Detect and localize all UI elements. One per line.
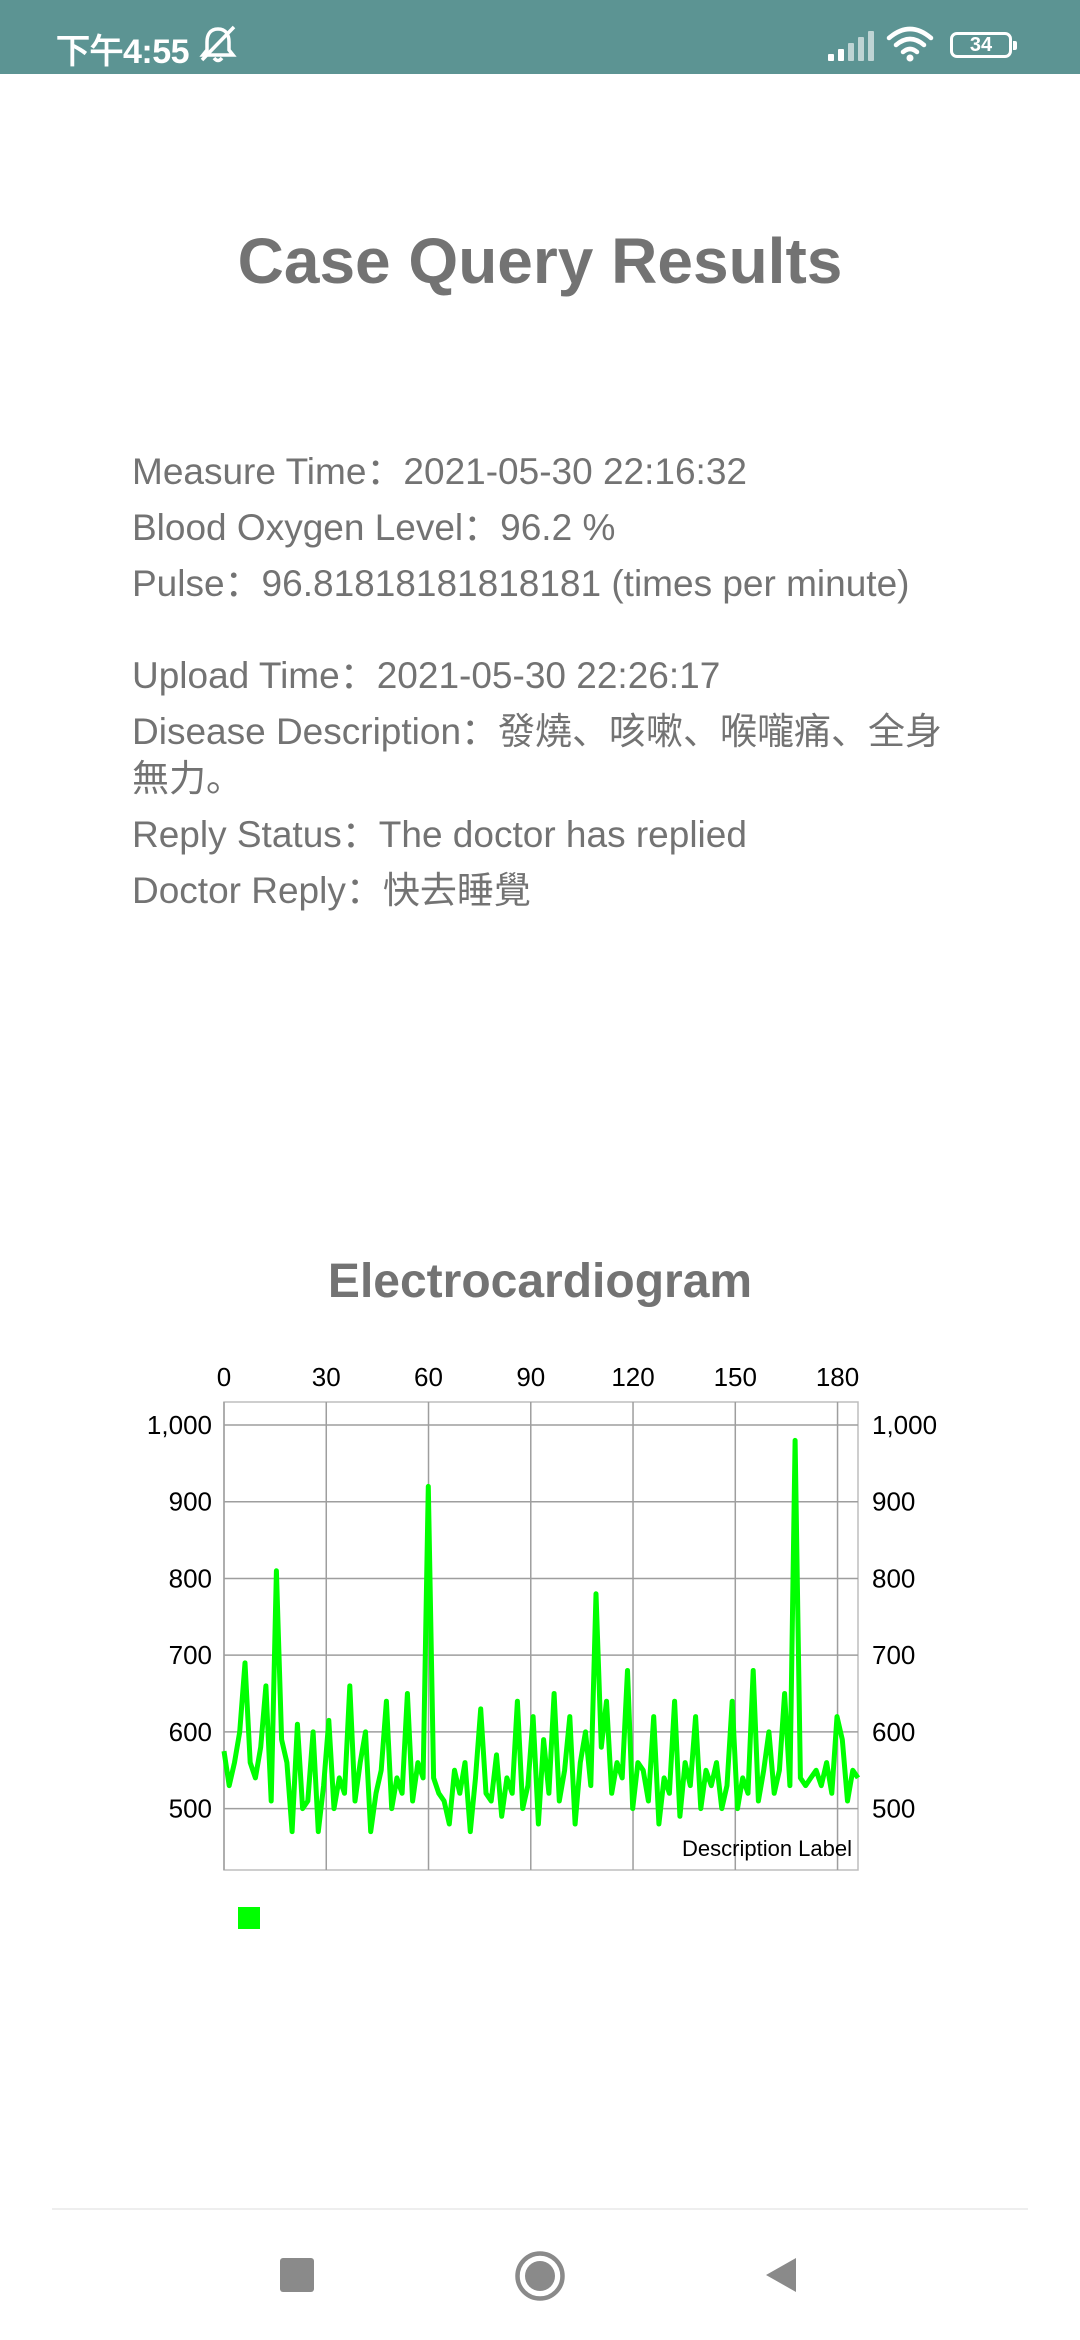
wifi-icon	[886, 26, 934, 67]
back-icon	[766, 2258, 796, 2292]
disease-description: Disease Description：發燒、咳嗽、喉嚨痛、全身無力。	[132, 711, 943, 799]
y-tick-label-left: 600	[169, 1717, 212, 1747]
x-tick-label: 30	[312, 1362, 341, 1392]
x-tick-label: 0	[217, 1362, 231, 1392]
y-tick-label-right: 900	[872, 1487, 915, 1517]
reply-status: Reply Status：The doctor has replied	[132, 814, 747, 855]
signal-strength-icon	[826, 30, 874, 67]
description-label: Description Label	[682, 1836, 852, 1861]
y-tick-label-right: 800	[872, 1563, 915, 1593]
doctor-reply: Doctor Reply：快去睡覺	[132, 870, 531, 911]
battery-level: 34	[969, 34, 993, 56]
back-button[interactable]	[762, 2256, 800, 2299]
upload-time: Upload Time：2021-05-30 22:26:17	[132, 655, 721, 696]
y-tick-label-left: 800	[169, 1563, 212, 1593]
page-title: Case Query Results	[237, 225, 843, 297]
x-tick-label: 90	[516, 1362, 545, 1392]
pulse: Pulse：96.81818181818181 (times per minut…	[132, 563, 910, 604]
home-icon	[515, 2251, 565, 2301]
nav-divider	[52, 2208, 1028, 2210]
battery-icon: 34	[950, 32, 1017, 58]
y-tick-label-left: 900	[169, 1487, 212, 1517]
notifications-muted-icon	[196, 24, 240, 69]
measure-time: Measure Time：2021-05-30 22:16:32	[132, 451, 747, 492]
recents-button[interactable]	[278, 2256, 316, 2299]
y-tick-label-left: 500	[169, 1794, 212, 1824]
y-tick-label-right: 1,000	[872, 1410, 937, 1440]
ecg-chart: 0 30 60 90 120 150 180 500 500 600 600 700 700 800 800…	[147, 1362, 937, 1871]
legend-swatch	[238, 1907, 260, 1929]
case-details: Measure Time：2021-05-30 22:16:32 Blood O…	[132, 448, 962, 923]
recents-icon	[280, 2258, 314, 2292]
x-tick-label: 60	[414, 1362, 443, 1392]
y-tick-label-left: 700	[169, 1640, 212, 1670]
status-bar: 下午4:55 34	[0, 0, 1080, 74]
status-time: 下午4:55	[56, 33, 190, 71]
x-tick-label: 150	[714, 1362, 757, 1392]
ecg-series-line	[221, 1437, 861, 1835]
x-tick-label: 180	[816, 1362, 859, 1392]
home-button[interactable]	[514, 2250, 566, 2307]
blood-oxygen-level: Blood Oxygen Level：96.2 %	[132, 507, 616, 548]
chart-title: Electrocardiogram	[327, 1255, 753, 1308]
y-tick-label-right: 600	[872, 1717, 915, 1747]
y-tick-label-right: 500	[872, 1794, 915, 1824]
x-tick-label: 120	[611, 1362, 654, 1392]
y-tick-label-left: 1,000	[147, 1410, 212, 1440]
y-tick-label-right: 700	[872, 1640, 915, 1670]
